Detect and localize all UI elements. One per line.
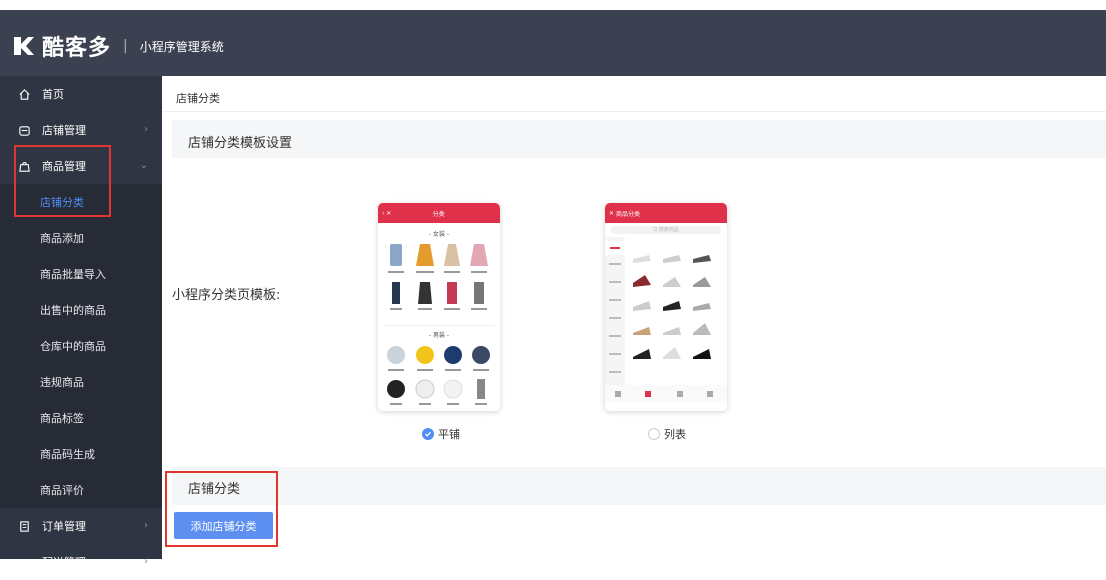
home-icon	[16, 86, 32, 102]
chevron-right-icon: ›	[144, 124, 148, 135]
radio-option-list[interactable]: 列表	[648, 426, 686, 442]
chevron-right-icon: ›	[144, 520, 148, 531]
radio-label: 平铺	[438, 428, 460, 441]
men-clothes-grid	[387, 346, 490, 405]
phone-preview-tile[interactable]: ‹ ✕ 分类 - 女装 - - 男装 -	[378, 203, 500, 411]
phone-header: ‹ ✕ 分类	[378, 203, 500, 223]
phone-group-label: - 男装 -	[428, 332, 450, 339]
chevron-down-icon: ⌄	[139, 160, 148, 171]
logo-mark-icon	[12, 34, 36, 58]
sidebar-subitem-tags[interactable]: 商品标签	[0, 400, 162, 436]
radio-checked-icon	[422, 428, 434, 440]
chevron-right-icon: ›	[144, 556, 148, 567]
phone-group-label: - 女装 -	[428, 231, 450, 238]
sidebar-subitem-code-gen[interactable]: 商品码生成	[0, 436, 162, 472]
category-section-header: 店铺分类	[172, 467, 1106, 505]
sidebar-item-store[interactable]: 店铺管理 ›	[0, 112, 162, 148]
main-content: 店铺分类 店铺分类模板设置 小程序分类页模板: ‹ ✕ 分类 - 女装 - - …	[162, 76, 1106, 559]
back-icon: ‹ ✕	[382, 209, 392, 217]
sidebar-item-orders[interactable]: 订单管理 ›	[0, 508, 162, 544]
phone-search-bar: Q 搜索商品	[611, 226, 721, 234]
phone-header: ✕ 商品分类	[605, 203, 727, 223]
shoe-list-preview	[605, 237, 727, 403]
brand-logo[interactable]: 酷客多 | 小程序管理系统	[12, 30, 224, 62]
template-section-header: 店铺分类模板设置	[172, 120, 1106, 158]
sidebar-item-delivery[interactable]: 配送管理 ›	[0, 544, 162, 580]
phone-title: 商品分类	[615, 210, 640, 218]
radio-label: 列表	[664, 428, 686, 441]
phone-divider	[384, 325, 494, 326]
brand-subtitle: 小程序管理系统	[139, 39, 224, 54]
template-label: 小程序分类页模板:	[172, 288, 281, 303]
radio-unchecked-icon	[648, 428, 660, 440]
breadcrumb: 店铺分类	[176, 92, 220, 105]
highlight-box-goods-menu	[14, 145, 111, 217]
sidebar-subitem-reviews[interactable]: 商品评价	[0, 472, 162, 508]
sidebar-item-label: 订单管理	[42, 520, 86, 533]
sidebar-subitem-in-warehouse[interactable]: 仓库中的商品	[0, 328, 162, 364]
breadcrumb-divider	[162, 111, 1106, 112]
women-clothes-grid	[388, 244, 488, 310]
sidebar-item-home[interactable]: 首页	[0, 76, 162, 112]
phone-title: 分类	[432, 210, 445, 218]
top-strip	[0, 0, 1106, 10]
order-icon	[16, 518, 32, 534]
brand-separator: |	[123, 38, 128, 54]
sidebar-item-label: 首页	[42, 88, 64, 101]
sidebar-item-label: 配送管理	[42, 556, 86, 569]
sidebar-subitem-add-goods[interactable]: 商品添加	[0, 220, 162, 256]
delivery-icon	[16, 554, 32, 570]
sidebar-subitem-violations[interactable]: 违规商品	[0, 364, 162, 400]
close-icon: ✕	[609, 209, 616, 217]
highlight-box-category-section	[165, 471, 278, 547]
radio-option-tile[interactable]: 平铺	[422, 426, 460, 442]
phone-preview-list[interactable]: ✕ 商品分类 Q 搜索商品	[605, 203, 727, 411]
sidebar-subitem-on-sale[interactable]: 出售中的商品	[0, 292, 162, 328]
template-section-title: 店铺分类模板设置	[188, 136, 293, 151]
sidebar-item-label: 店铺管理	[42, 124, 86, 137]
brand-name: 酷客多	[42, 36, 112, 61]
top-bar: 酷客多 | 小程序管理系统	[0, 0, 1106, 76]
sidebar-subitem-batch-import[interactable]: 商品批量导入	[0, 256, 162, 292]
store-icon	[16, 122, 32, 138]
